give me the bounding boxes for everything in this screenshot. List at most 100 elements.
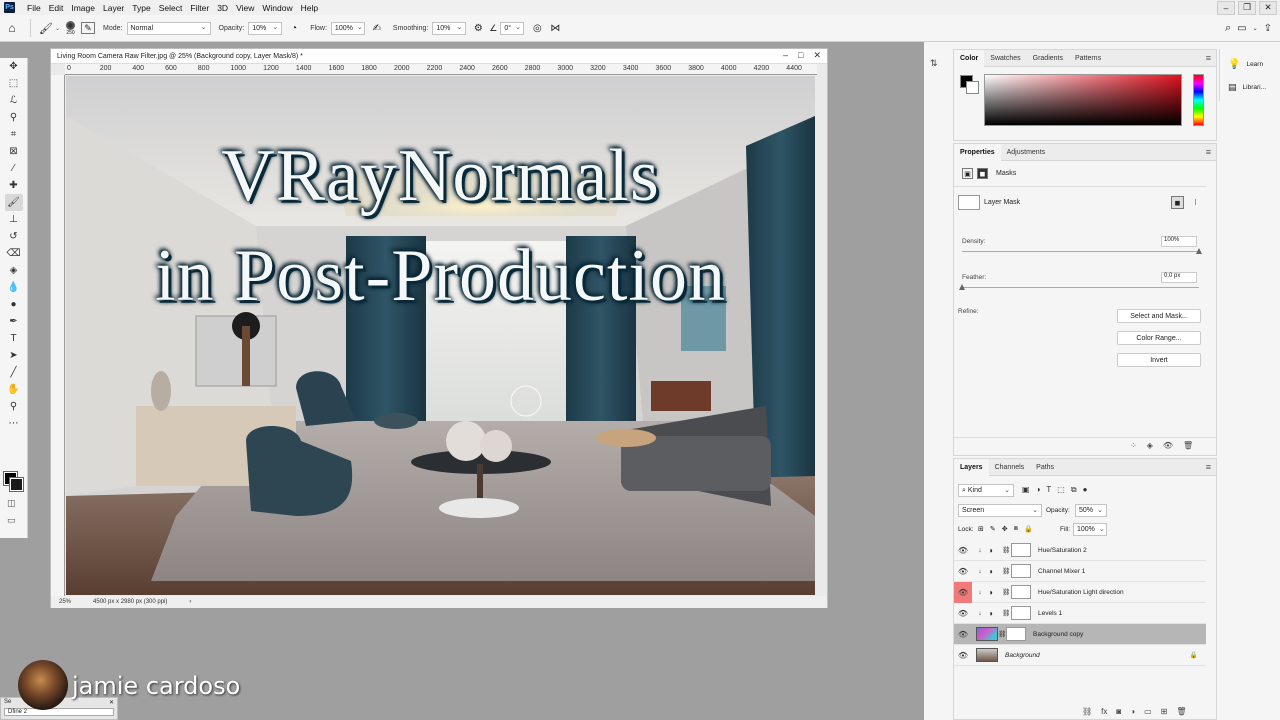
layer-name[interactable]: Hue/Saturation 2 (1038, 547, 1087, 554)
smart-object-filter-icon[interactable]: ⧉ (1071, 485, 1077, 495)
menu-window[interactable]: Window (258, 3, 296, 13)
link-icon[interactable]: ⛓ (1002, 567, 1011, 575)
menu-filter[interactable]: Filter (186, 3, 213, 13)
lock-pixels-icon[interactable]: ✎ (990, 525, 996, 533)
quick-mask-icon[interactable]: ◫ (7, 498, 16, 509)
tab-gradients[interactable]: Gradients (1027, 50, 1069, 67)
add-mask-icon[interactable]: ◙ (1116, 707, 1121, 716)
zoom-level[interactable]: 25% (59, 599, 71, 605)
search-icon[interactable]: ⌕ (1225, 22, 1231, 35)
link-icon[interactable]: ⛓ (1002, 546, 1011, 554)
shape-filter-icon[interactable]: ⬚ (1057, 485, 1065, 495)
apply-mask-icon[interactable]: ◈ (1147, 441, 1153, 450)
invert-button[interactable]: Invert (1117, 353, 1201, 367)
menu-select[interactable]: Select (155, 3, 187, 13)
layer-name[interactable]: Background (1005, 652, 1040, 659)
color-range-button[interactable]: Color Range... (1117, 331, 1201, 345)
bg-color-chip[interactable] (966, 81, 979, 94)
link-layers-icon[interactable]: ⛓ (1082, 707, 1092, 716)
marquee-tool-icon[interactable]: ⬚ (5, 75, 23, 92)
layer-name[interactable]: Levels 1 (1038, 610, 1062, 617)
pressure-size-icon[interactable]: ◎ (528, 23, 546, 34)
angle-input[interactable]: 0° (500, 21, 525, 35)
eyedropper-tool-icon[interactable]: ⁄ (5, 160, 23, 177)
eye-icon[interactable]: 👁 (954, 540, 972, 561)
filter-toggle-icon[interactable]: ● (1083, 485, 1088, 495)
panel-menu-icon[interactable]: ≡ (1206, 147, 1211, 157)
layer-mask-thumbnail[interactable] (1011, 543, 1031, 557)
menu-edit[interactable]: Edit (45, 3, 68, 13)
lock-transparency-icon[interactable]: ⊞ (978, 525, 984, 533)
link-icon[interactable]: ⛓ (1002, 609, 1011, 617)
line-tool-icon[interactable]: ╱ (5, 364, 23, 381)
stamp-tool-icon[interactable]: ⊥ (5, 211, 23, 228)
path-select-tool-icon[interactable]: ➤ (5, 347, 23, 364)
healing-tool-icon[interactable]: ✚ (5, 177, 23, 194)
link-icon[interactable]: ⛓ (998, 630, 1006, 638)
density-input[interactable]: 100% (1161, 236, 1197, 247)
type-tool-icon[interactable]: T (5, 330, 23, 347)
hand-tool-icon[interactable]: ✋ (5, 381, 23, 398)
brush-preset-picker[interactable]: 250 (66, 20, 76, 36)
dodge-tool-icon[interactable]: ● (5, 296, 23, 313)
smoothing-input[interactable]: 10% (432, 21, 467, 35)
fx-icon[interactable]: fx (1101, 707, 1107, 716)
tab-swatches[interactable]: Swatches (984, 50, 1026, 67)
menu-3d[interactable]: 3D (213, 3, 232, 13)
group-folder-icon[interactable]: ▭ (1144, 707, 1152, 716)
document-tab[interactable]: Living Room Camera Raw Filter.jpg @ 25% … (51, 49, 827, 64)
density-slider[interactable] (962, 248, 1202, 254)
panel-menu-icon[interactable]: ≡ (1206, 462, 1211, 472)
workspace-icon[interactable]: ▭ (1237, 23, 1246, 34)
minimize-icon[interactable]: – (1217, 0, 1235, 15)
close-icon[interactable]: ✕ (813, 50, 821, 61)
brush-tool-icon[interactable]: 🖌 (4, 194, 23, 211)
layer-opacity-input[interactable]: 50% (1075, 504, 1107, 517)
layer-name[interactable]: Background copy (1033, 631, 1083, 638)
menu-file[interactable]: File (23, 3, 45, 13)
slider-handle[interactable] (1196, 248, 1202, 254)
pressure-opacity-icon[interactable]: ◔ (286, 23, 302, 34)
layer-row[interactable]: 👁 ↓ ◑ ⛓ Channel Mixer 1 (954, 561, 1206, 582)
select-and-mask-button[interactable]: Select and Mask... (1117, 309, 1201, 323)
home-icon[interactable]: ⌂ (0, 21, 24, 35)
mode-select[interactable]: Normal (126, 21, 211, 35)
libraries-item[interactable]: ▤ Librari... (1220, 70, 1277, 93)
opacity-input[interactable]: 10% (248, 21, 283, 35)
tab-properties[interactable]: Properties (954, 143, 1001, 161)
background-color-swatch[interactable] (9, 477, 24, 492)
layer-name[interactable]: Hue/Saturation Light direction (1038, 589, 1124, 596)
more-tools-icon[interactable]: ⋯ (5, 415, 23, 432)
airbrush-icon[interactable]: ✍ (369, 23, 385, 34)
tab-patterns[interactable]: Patterns (1069, 50, 1107, 67)
lock-position-icon[interactable]: ✥ (1002, 525, 1008, 533)
pixel-mask-icon[interactable]: ▣ (962, 168, 973, 179)
feather-input[interactable]: 0.0 px (1161, 272, 1197, 283)
trash-icon[interactable]: 🗑 (1183, 441, 1193, 450)
layer-row[interactable]: 👁 ↓ ◑ ⛓ Levels 1 (954, 603, 1206, 624)
eye-icon[interactable]: 👁 (954, 561, 972, 582)
vertical-ruler[interactable] (51, 75, 65, 596)
select-mask-icon[interactable]: ◼ (1171, 196, 1184, 209)
visibility-icon[interactable]: 👁 (1163, 441, 1173, 450)
menu-type[interactable]: Type (128, 3, 154, 13)
eye-icon[interactable]: 👁 (954, 581, 972, 603)
move-tool-icon[interactable]: ✥ (5, 58, 23, 75)
learn-item[interactable]: 💡 Learn (1220, 49, 1277, 70)
layer-mask-thumbnail[interactable] (1011, 585, 1031, 599)
tab-channels[interactable]: Channels (989, 459, 1031, 476)
tab-layers[interactable]: Layers (954, 458, 989, 476)
lock-artboard-icon[interactable]: ⧈ (1014, 525, 1018, 533)
history-icon[interactable]: ⇅ (930, 58, 938, 69)
pen-tool-icon[interactable]: ✒ (5, 313, 23, 330)
brush-tool-icon[interactable]: 🖌 (37, 22, 55, 35)
quick-select-tool-icon[interactable]: ⚲ (5, 109, 23, 126)
crop-tool-icon[interactable]: ⌗ (5, 126, 23, 143)
mini-window-select[interactable]: Dfine 2 (4, 708, 114, 716)
lasso-tool-icon[interactable]: ℒ (5, 92, 23, 109)
layer-thumbnail[interactable] (976, 648, 998, 662)
panel-menu-icon[interactable]: ≡ (1206, 53, 1211, 63)
eye-icon[interactable]: 👁 (954, 603, 972, 624)
tab-adjustments[interactable]: Adjustments (1001, 144, 1052, 161)
type-filter-icon[interactable]: T (1046, 485, 1051, 495)
